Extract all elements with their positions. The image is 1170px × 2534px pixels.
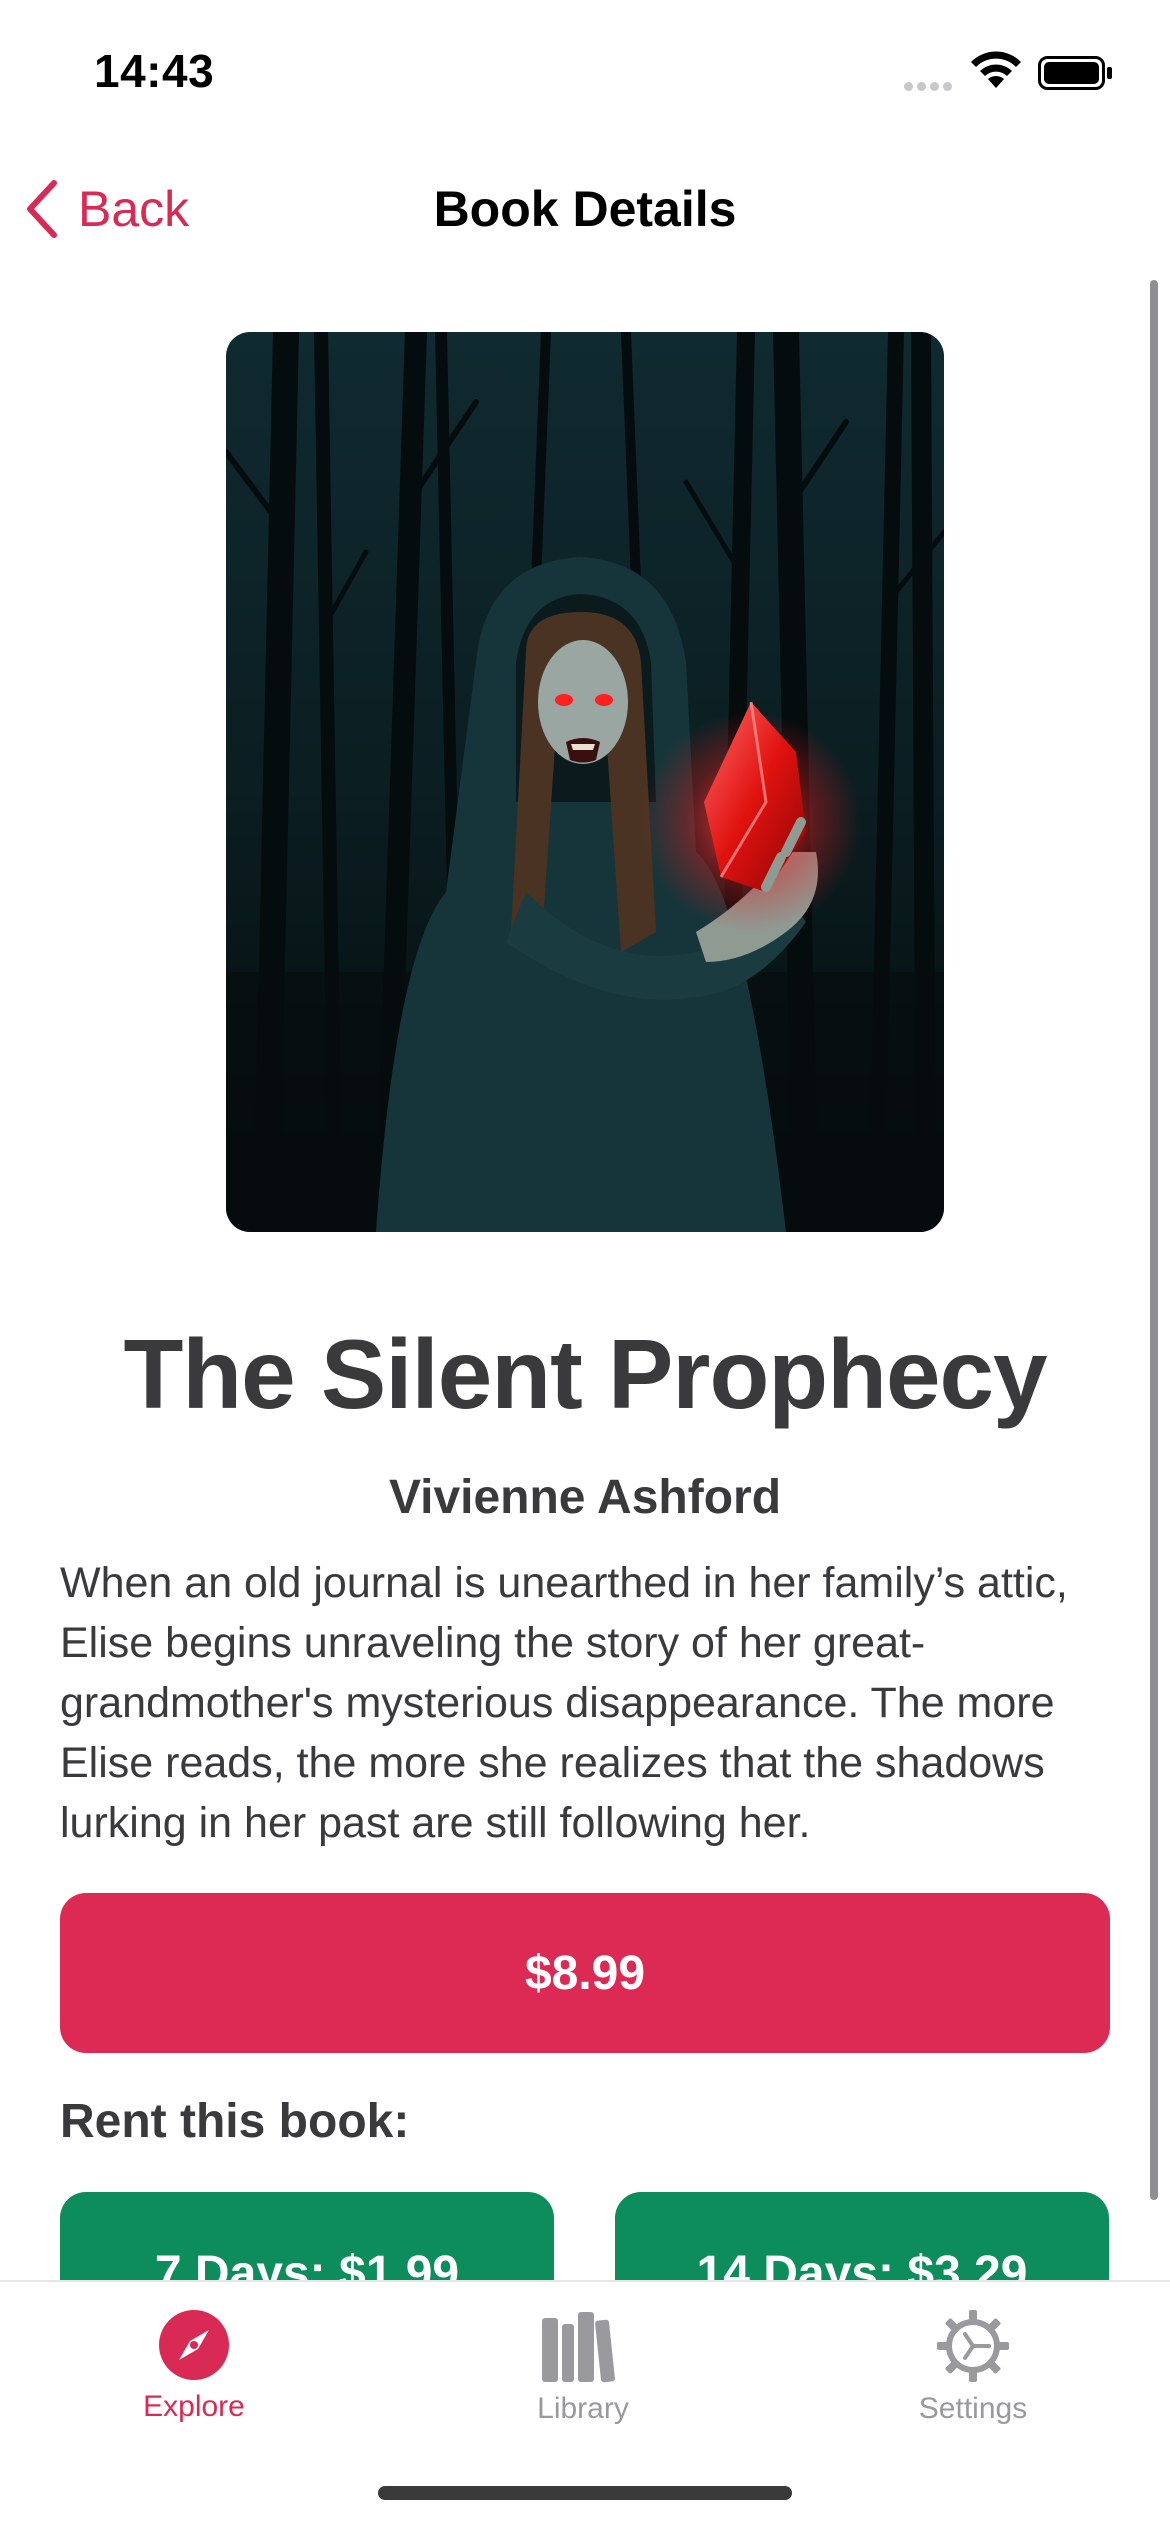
status-time: 14:43 [94, 45, 215, 97]
book-cover-image [226, 332, 944, 1232]
battery-icon [1038, 56, 1112, 90]
tab-settings[interactable]: Settings [843, 2292, 1103, 2442]
rent-7-days-button[interactable]: 7 Days: $1.99 [60, 2192, 554, 2280]
tab-explore[interactable]: Explore [64, 2292, 324, 2442]
wifi-icon [971, 51, 1021, 88]
books-icon [542, 2312, 615, 2383]
cellular-signal-icon [904, 78, 956, 96]
status-bar: 14:43 [0, 0, 1170, 150]
rent-heading: Rent this book: [60, 2095, 410, 2148]
gear-icon [937, 2310, 1009, 2382]
home-indicator[interactable] [378, 2486, 792, 2500]
compass-icon [159, 2310, 229, 2380]
tab-label: Library [537, 2392, 629, 2425]
rent-option-label: 7 Days: $1.99 [154, 2247, 460, 2280]
rent-14-days-button[interactable]: 14 Days: $3.29 [615, 2192, 1109, 2280]
tab-label: Settings [918, 2392, 1028, 2425]
navigation-bar: Back Book Details [0, 150, 1170, 270]
scroll-indicator[interactable] [1150, 280, 1158, 2200]
buy-button[interactable]: $8.99 [60, 1893, 1110, 2053]
tab-library[interactable]: Library [453, 2292, 713, 2442]
book-description: When an old journal is unearthed in her … [60, 1559, 1068, 1847]
book-author: Vivienne Ashford [388, 1471, 782, 1524]
rent-options: 7 Days: $1.99 14 Days: $3.29 [0, 2180, 1170, 2280]
rent-option-label: 14 Days: $3.29 [696, 2247, 1028, 2280]
tab-label: Explore [143, 2390, 245, 2423]
page-title: Book Details [433, 181, 737, 237]
book-title: The Silent Prophecy [123, 1319, 1047, 1429]
buy-price-label: $8.99 [524, 1946, 646, 2000]
